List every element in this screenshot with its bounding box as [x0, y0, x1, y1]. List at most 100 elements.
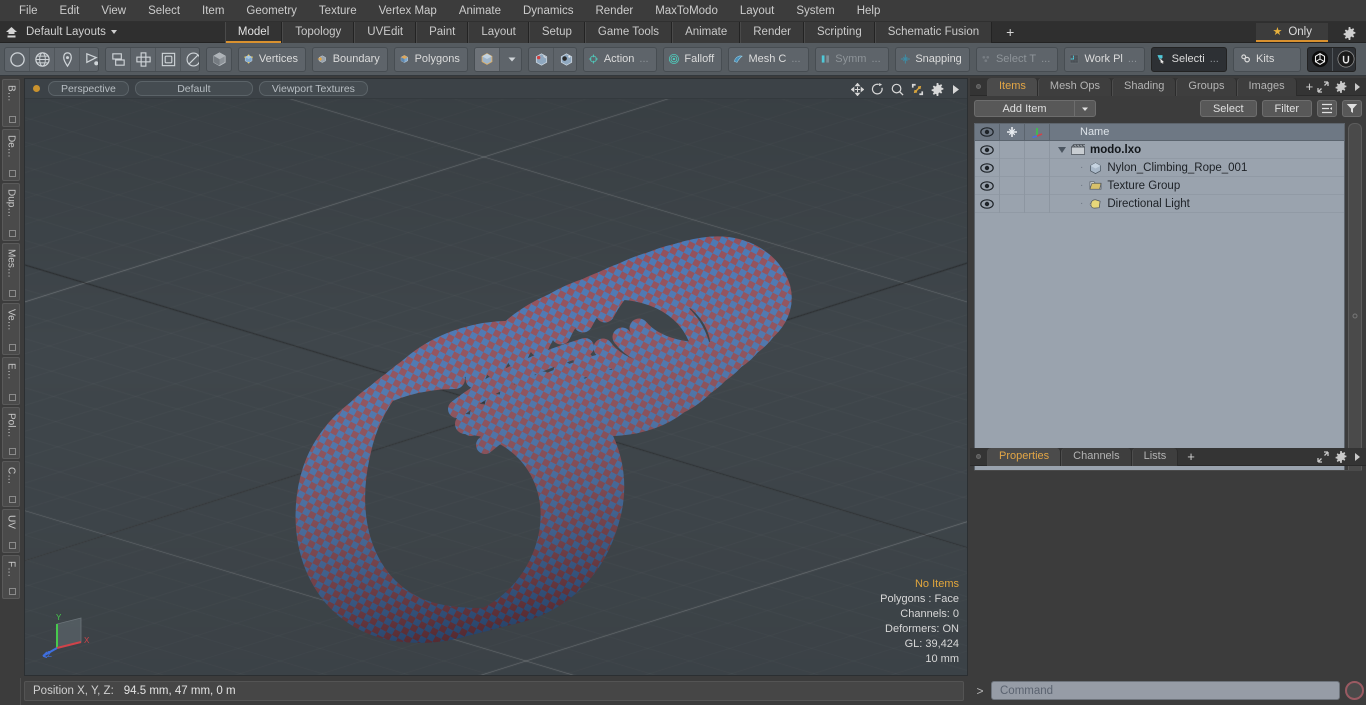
mirror-tool-icon[interactable] [106, 47, 132, 71]
rotate-icon[interactable] [871, 82, 884, 96]
menu-item-texture[interactable]: Texture [308, 0, 368, 22]
layout-tab-game-tools[interactable]: Game Tools [584, 21, 673, 43]
pen-tool-icon[interactable] [55, 47, 80, 71]
menu-item-system[interactable]: System [785, 0, 845, 22]
menu-item-select[interactable]: Select [137, 0, 191, 22]
tab-shading[interactable]: Shading [1112, 77, 1177, 96]
bevel-tool-icon[interactable] [156, 47, 182, 71]
sidebar-tab-fusion[interactable]: F… [2, 555, 20, 599]
layout-tab-topology[interactable]: Topology [282, 21, 355, 43]
row-visibility-toggle[interactable] [975, 176, 1000, 195]
sidebar-tab-deform[interactable]: De… [2, 129, 20, 181]
row-axis-cell[interactable] [1025, 158, 1050, 177]
mesh-constraint-button[interactable]: Mesh C ... [729, 48, 807, 71]
command-input[interactable] [991, 681, 1340, 700]
globe-tool-icon[interactable] [30, 47, 55, 71]
funnel-icon[interactable] [1342, 100, 1362, 117]
pan-icon[interactable] [851, 82, 864, 96]
table-row[interactable]: · Directional Light [975, 194, 1344, 213]
chevron-down-icon[interactable] [1058, 146, 1066, 153]
record-icon[interactable] [1345, 681, 1364, 700]
circle-tool-icon[interactable] [5, 47, 30, 71]
zoom-icon[interactable] [891, 83, 904, 96]
tree-item-texture-group[interactable]: · Texture Group [1050, 180, 1180, 192]
row-visibility-toggle[interactable] [975, 158, 1000, 177]
layout-selector[interactable]: Default Layouts [22, 26, 127, 38]
sidebar-tab-uv[interactable]: UV [2, 509, 20, 553]
select-button[interactable]: Select [1199, 100, 1257, 117]
row-visibility-toggle[interactable] [975, 140, 1000, 159]
menu-item-view[interactable]: View [90, 0, 137, 22]
polygons-mode-button[interactable]: Polygons [395, 48, 467, 71]
table-row[interactable]: · Nylon_Climbing_Rope_001 [975, 158, 1344, 177]
sidebar-tab-vertex[interactable]: Ve… [2, 303, 20, 355]
tab-items[interactable]: Items [987, 77, 1038, 96]
panel-gear-icon[interactable] [1335, 81, 1347, 93]
filter-button[interactable]: Filter [1261, 100, 1312, 117]
properties-gear-icon[interactable] [1335, 451, 1347, 463]
tab-lists[interactable]: Lists [1131, 447, 1179, 466]
mode-dropdown-icon[interactable] [500, 48, 522, 71]
viewport-shading-selector[interactable]: Viewport Textures [258, 81, 368, 96]
menu-item-help[interactable]: Help [846, 0, 892, 22]
scrollbar-knob[interactable] [1352, 313, 1358, 318]
boundary-mode-button[interactable]: Boundary [313, 48, 387, 71]
add-properties-tab-button[interactable]: + [1178, 448, 1204, 466]
row-lock-cell[interactable] [1000, 140, 1025, 159]
radial-tool-icon[interactable] [181, 48, 200, 71]
3d-viewport[interactable]: Perspective Default Viewport Textures Y … [24, 78, 968, 676]
unreal-export-icon[interactable] [1333, 48, 1355, 71]
row-lock-cell[interactable] [1000, 176, 1025, 195]
layout-tab-layout[interactable]: Layout [468, 21, 529, 43]
tree-item-mesh[interactable]: · Nylon_Climbing_Rope_001 [1050, 162, 1247, 174]
row-axis-cell[interactable] [1025, 176, 1050, 195]
tab-images[interactable]: Images [1236, 77, 1297, 96]
layout-tab-schematic-fusion[interactable]: Schematic Fusion [874, 21, 993, 43]
tab-channels[interactable]: Channels [1061, 447, 1132, 466]
menu-item-animate[interactable]: Animate [448, 0, 512, 22]
menu-item-vertex-map[interactable]: Vertex Map [368, 0, 448, 22]
unity-export-icon[interactable] [1308, 47, 1334, 71]
layout-tab-render[interactable]: Render [740, 21, 804, 43]
row-lock-cell[interactable] [1000, 158, 1025, 177]
menu-item-item[interactable]: Item [191, 0, 235, 22]
layout-tab-paint[interactable]: Paint [416, 21, 469, 43]
menu-item-edit[interactable]: Edit [49, 0, 91, 22]
center-icon[interactable] [529, 47, 555, 71]
panel-menu-icon[interactable] [1353, 82, 1362, 92]
menu-item-dynamics[interactable]: Dynamics [512, 0, 584, 22]
work-plane-button[interactable]: Work Pl ... [1065, 48, 1144, 71]
sidebar-tab-basic[interactable]: B… [2, 79, 20, 127]
polygon-pen-icon[interactable] [80, 48, 99, 71]
table-row[interactable]: · Texture Group [975, 176, 1344, 195]
cube-shaded-icon[interactable] [207, 48, 230, 71]
kits-button[interactable]: Kits [1234, 48, 1301, 71]
vertices-mode-button[interactable]: Vertices [239, 48, 305, 71]
layout-tab-uvedit[interactable]: UVEdit [354, 21, 417, 43]
tab-groups[interactable]: Groups [1176, 77, 1237, 96]
pivot-icon[interactable] [554, 48, 576, 71]
action-center-button[interactable]: Action ... [584, 48, 656, 71]
snapping-button[interactable]: Snapping [896, 48, 969, 71]
expand-properties-icon[interactable] [1317, 451, 1329, 463]
table-row[interactable]: modo.lxo [975, 140, 1344, 159]
menu-item-maxtomodo[interactable]: MaxToModo [644, 0, 729, 22]
menu-item-render[interactable]: Render [584, 0, 644, 22]
sidebar-tab-curve[interactable]: C… [2, 461, 20, 507]
list-options-icon[interactable] [1317, 100, 1337, 117]
row-axis-cell[interactable] [1025, 194, 1050, 213]
select-through-button[interactable]: Select T ... [977, 48, 1057, 71]
gear-icon[interactable] [1338, 24, 1360, 42]
layout-tab-scripting[interactable]: Scripting [803, 21, 875, 43]
viewport-view-mode-selector[interactable]: Perspective [48, 81, 129, 96]
add-item-dropdown-button[interactable] [1073, 100, 1096, 117]
add-layout-tab-button[interactable]: + [992, 22, 1028, 43]
properties-menu-icon[interactable] [1353, 452, 1362, 462]
add-item-button[interactable]: Add Item [974, 100, 1074, 117]
viewport-menu-icon[interactable] [951, 84, 961, 95]
viewport-settings-icon[interactable] [931, 82, 944, 96]
layout-tab-model[interactable]: Model [224, 21, 283, 43]
menu-item-layout[interactable]: Layout [729, 0, 786, 22]
array-tool-icon[interactable] [131, 47, 157, 71]
sidebar-tab-duplicate[interactable]: Dup… [2, 183, 20, 241]
